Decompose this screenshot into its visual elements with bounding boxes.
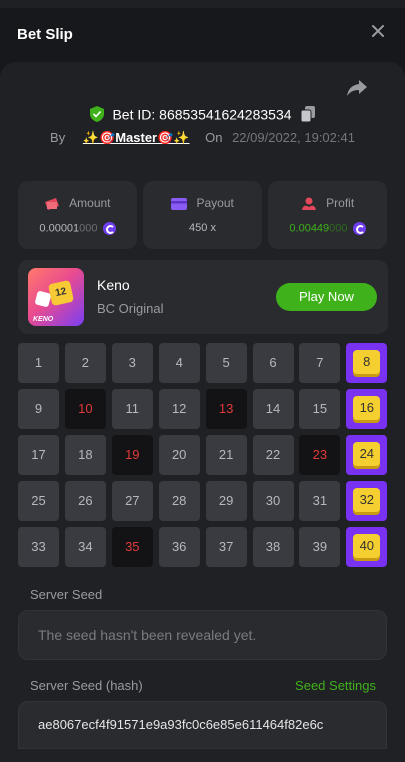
server-seed-label: Server Seed [30, 587, 103, 602]
amount-value: 0.00001 [39, 222, 80, 235]
server-seed-hash-field[interactable]: ae8067ecf4f91571e9a93fc0c6e85e611464f82e… [18, 701, 387, 749]
keno-cell: 33 [18, 527, 59, 567]
game-card: 12 KENO Keno BC Original Play Now [18, 260, 388, 334]
keno-hit-gem: 40 [353, 534, 381, 558]
thumbnail-label: KENO [33, 316, 54, 323]
dialog-header: Bet Slip [0, 8, 405, 60]
seed-settings-link[interactable]: Seed Settings [295, 678, 376, 693]
close-icon[interactable] [371, 24, 385, 38]
amount-value-row: 0.00001000 [18, 222, 137, 235]
keno-cell: 20 [158, 435, 200, 475]
keno-cell: 27 [111, 481, 153, 521]
keno-cell: 1 [18, 343, 59, 383]
keno-cell: 11 [111, 389, 153, 429]
keno-thumbnail: 12 KENO [28, 268, 84, 326]
amount-value-trailing: 000 [79, 222, 98, 235]
copy-icon[interactable] [301, 106, 316, 123]
keno-cell: 30 [252, 481, 294, 521]
profit-value-row: 0.00449000 [268, 222, 387, 235]
keno-hit-gem: 16 [353, 396, 381, 420]
keno-cell: 26 [64, 481, 106, 521]
keno-cell: 36 [158, 527, 200, 567]
keno-cell: 12 [158, 389, 200, 429]
keno-cell: 3 [111, 343, 153, 383]
amount-card: Amount 0.00001000 [18, 181, 137, 249]
keno-cell: 9 [18, 389, 59, 429]
user-link[interactable]: ✨🎯Master🎯✨ [83, 130, 190, 145]
keno-cell: 23 [299, 435, 341, 475]
keno-cell: 6 [252, 343, 294, 383]
keno-cell: 40 [346, 527, 388, 567]
ball-graphic: 12 [47, 279, 75, 307]
profit-value-trailing: 000 [329, 222, 348, 235]
payout-card: Payout 450 x [143, 181, 262, 249]
server-seed-hash-label: Server Seed (hash) [30, 678, 143, 693]
card-icon [171, 197, 188, 210]
game-provider: BC Original [97, 301, 164, 316]
keno-cell: 24 [346, 435, 388, 475]
keno-cell: 22 [252, 435, 294, 475]
bet-date: 22/09/2022, 19:02:41 [232, 130, 355, 145]
amount-label-row: Amount [18, 196, 137, 211]
keno-cell: 35 [111, 527, 153, 567]
on-label: On [205, 130, 223, 145]
keno-hit-gem: 8 [353, 350, 381, 374]
payout-value: 450 x [189, 222, 216, 234]
keno-cell: 18 [64, 435, 106, 475]
keno-hit-gem: 32 [353, 488, 381, 512]
wallet-icon [45, 197, 60, 210]
profit-label: Profit [326, 196, 355, 210]
profit-icon [301, 197, 316, 210]
keno-cell: 16 [346, 389, 388, 429]
game-name: Keno [97, 277, 130, 293]
bet-meta: By ✨🎯Master🎯✨ On 22/09/2022, 19:02:41 [0, 130, 405, 146]
stats-row: Amount 0.00001000 Payout 450 x Profit 0.… [18, 181, 388, 249]
keno-cell: 17 [18, 435, 59, 475]
keno-cell: 19 [111, 435, 153, 475]
coin-icon [102, 222, 116, 235]
coin-icon [352, 222, 366, 235]
keno-cell: 7 [299, 343, 341, 383]
profit-value: 0.00449 [289, 222, 330, 235]
profit-card: Profit 0.00449000 [268, 181, 387, 249]
shield-check-icon [89, 106, 104, 123]
amount-label: Amount [69, 196, 111, 210]
dialog-title: Bet Slip [17, 26, 73, 43]
keno-cell: 10 [64, 389, 106, 429]
share-icon[interactable] [346, 78, 368, 98]
keno-cell: 13 [205, 389, 247, 429]
keno-cell: 29 [205, 481, 247, 521]
keno-cell: 2 [64, 343, 106, 383]
server-seed-field: The seed hasn't been revealed yet. [18, 610, 387, 660]
payout-label: Payout [196, 196, 234, 210]
top-strip [0, 0, 405, 8]
keno-cell: 15 [299, 389, 341, 429]
keno-cell: 32 [346, 481, 388, 521]
payout-label-row: Payout [143, 196, 262, 210]
profit-label-row: Profit [268, 196, 387, 211]
bet-id: Bet ID: 86853541624283534 [112, 106, 292, 123]
bet-id-row: Bet ID: 86853541624283534 [0, 105, 405, 123]
keno-hit-gem: 24 [353, 442, 381, 466]
keno-cell: 14 [252, 389, 294, 429]
keno-cell: 4 [158, 343, 200, 383]
keno-cell: 28 [158, 481, 200, 521]
keno-cell: 5 [205, 343, 247, 383]
by-label: By [50, 130, 66, 145]
keno-cell: 25 [18, 481, 59, 521]
keno-cell: 31 [299, 481, 341, 521]
keno-cell: 39 [299, 527, 341, 567]
keno-cell: 21 [205, 435, 247, 475]
keno-cell: 37 [205, 527, 247, 567]
keno-grid: 1 2 3 4 5 6 7 8 9 10 11 12 13 14 15 16 17 18 19 20 21 22 23 24 2… [18, 343, 388, 569]
keno-cell: 34 [64, 527, 106, 567]
keno-cell: 38 [252, 527, 294, 567]
play-now-button[interactable]: Play Now [276, 283, 377, 311]
keno-cell: 8 [346, 343, 388, 383]
